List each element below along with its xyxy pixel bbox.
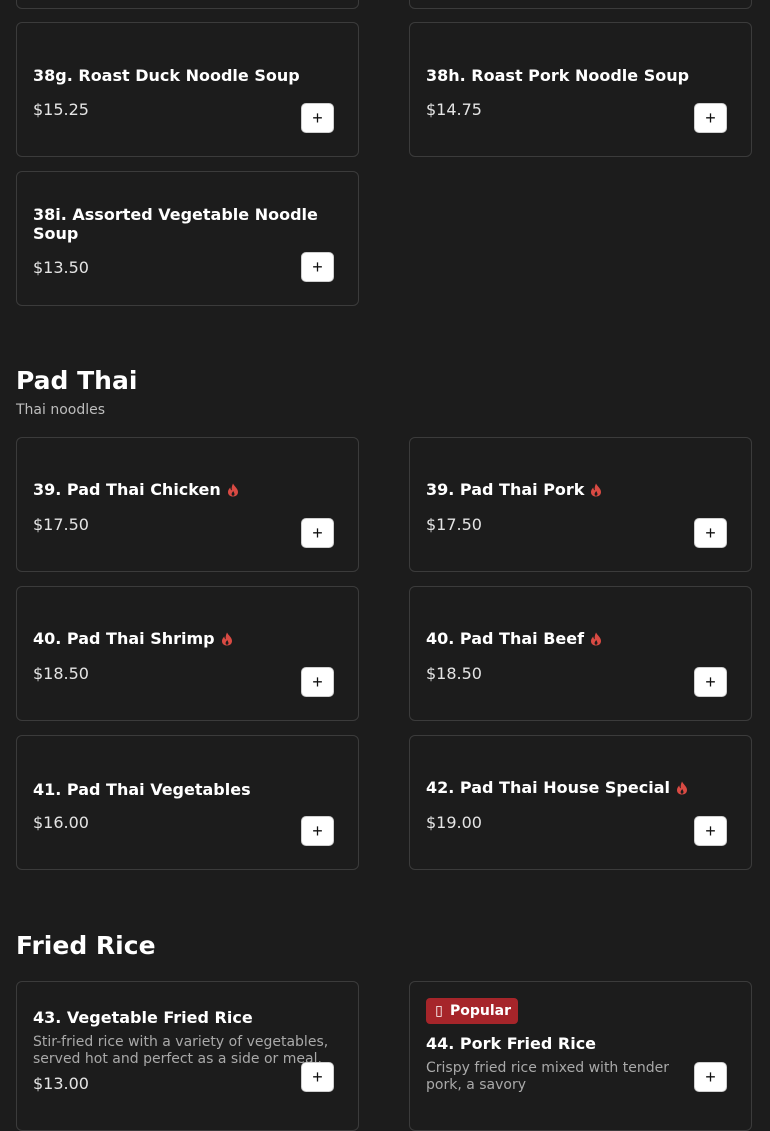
item-price: $17.50 xyxy=(33,515,89,534)
menu-item-card[interactable]: 40. Pad Thai Beef $18.50 + xyxy=(409,586,752,721)
item-price: $19.00 xyxy=(426,813,482,832)
add-to-cart-button[interactable]: + xyxy=(301,667,334,697)
menu-item-card[interactable] xyxy=(409,0,752,9)
section-subtitle: Thai noodles xyxy=(16,402,106,418)
menu-item-card[interactable] xyxy=(16,0,359,9)
menu-item-card[interactable]: ▯ Popular 44. Pork Fried Rice Crispy frie… xyxy=(409,981,752,1131)
item-name: 40. Pad Thai Beef xyxy=(426,628,731,648)
menu-item-card[interactable]: 38i. Assorted Vegetable Noodle Soup $13.… xyxy=(16,171,359,306)
item-price: $16.00 xyxy=(33,813,89,832)
menu-item-card[interactable]: 42. Pad Thai House Special $19.00 + xyxy=(409,735,752,870)
menu-item-card[interactable]: 40. Pad Thai Shrimp $18.50 + xyxy=(16,586,359,721)
item-description: Crispy fried rice mixed with tender pork… xyxy=(426,1060,669,1093)
item-name: 39. Pad Thai Chicken xyxy=(33,479,338,499)
item-name: 42. Pad Thai House Special xyxy=(426,777,731,797)
item-name-text: 40. Pad Thai Shrimp xyxy=(33,629,215,648)
item-price: $18.50 xyxy=(426,664,482,683)
item-name-text: 42. Pad Thai House Special xyxy=(426,778,670,797)
item-name: 40. Pad Thai Shrimp xyxy=(33,628,338,648)
add-to-cart-button[interactable]: + xyxy=(694,816,727,846)
item-name: 43. Vegetable Fried Rice xyxy=(33,1008,253,1027)
item-price: $15.25 xyxy=(33,100,89,119)
menu-item-card[interactable]: 39. Pad Thai Pork $17.50 + xyxy=(409,437,752,572)
item-name: 39. Pad Thai Pork xyxy=(426,479,731,499)
item-name: 38g. Roast Duck Noodle Soup xyxy=(33,66,300,85)
item-price: $18.50 xyxy=(33,664,89,683)
item-name-text: 41. Pad Thai Vegetables xyxy=(33,780,251,799)
item-price: $13.00 xyxy=(33,1074,89,1093)
item-name: 38i. Assorted Vegetable Noodle Soup xyxy=(33,205,318,243)
item-name-text: 39. Pad Thai Chicken xyxy=(33,480,221,499)
flame-icon xyxy=(221,632,232,645)
menu-item-card[interactable]: 43. Vegetable Fried Rice Stir-fried rice… xyxy=(16,981,359,1131)
item-name-text: 39. Pad Thai Pork xyxy=(426,480,585,499)
flame-icon xyxy=(676,781,687,794)
add-to-cart-button[interactable]: + xyxy=(301,518,334,548)
item-price: $14.75 xyxy=(426,100,482,119)
item-price: $13.50 xyxy=(33,258,89,277)
badge-label: Popular xyxy=(450,1003,512,1019)
add-to-cart-button[interactable]: + xyxy=(301,1062,334,1092)
menu-item-card[interactable]: 38h. Roast Pork Noodle Soup $14.75 + xyxy=(409,22,752,157)
flame-icon xyxy=(227,483,238,496)
add-to-cart-button[interactable]: + xyxy=(301,252,334,282)
item-name: 38h. Roast Pork Noodle Soup xyxy=(426,66,690,85)
menu-item-card[interactable]: 39. Pad Thai Chicken $17.50 + xyxy=(16,437,359,572)
add-to-cart-button[interactable]: + xyxy=(694,103,727,133)
add-to-cart-button[interactable]: + xyxy=(301,816,334,846)
item-description: Stir-fried rice with a variety of vegeta… xyxy=(33,1034,329,1067)
flame-icon xyxy=(591,632,602,645)
add-to-cart-button[interactable]: + xyxy=(694,667,727,697)
add-to-cart-button[interactable]: + xyxy=(694,518,727,548)
popular-badge: ▯ Popular xyxy=(426,998,519,1024)
menu-item-card[interactable]: 41. Pad Thai Vegetables $16.00 + xyxy=(16,735,359,870)
item-name: 44. Pork Fried Rice xyxy=(426,1034,597,1053)
fire-icon: ▯ xyxy=(435,1003,443,1019)
item-name: 41. Pad Thai Vegetables xyxy=(33,779,338,799)
item-name-text: 40. Pad Thai Beef xyxy=(426,629,585,648)
menu-item-card[interactable]: 38g. Roast Duck Noodle Soup $15.25 + xyxy=(16,22,359,157)
section-title: Fried Rice xyxy=(16,931,156,960)
flame-icon xyxy=(591,483,602,496)
section-title: Pad Thai xyxy=(16,366,138,395)
add-to-cart-button[interactable]: + xyxy=(694,1062,727,1092)
item-price: $17.50 xyxy=(426,515,482,534)
add-to-cart-button[interactable]: + xyxy=(301,103,334,133)
